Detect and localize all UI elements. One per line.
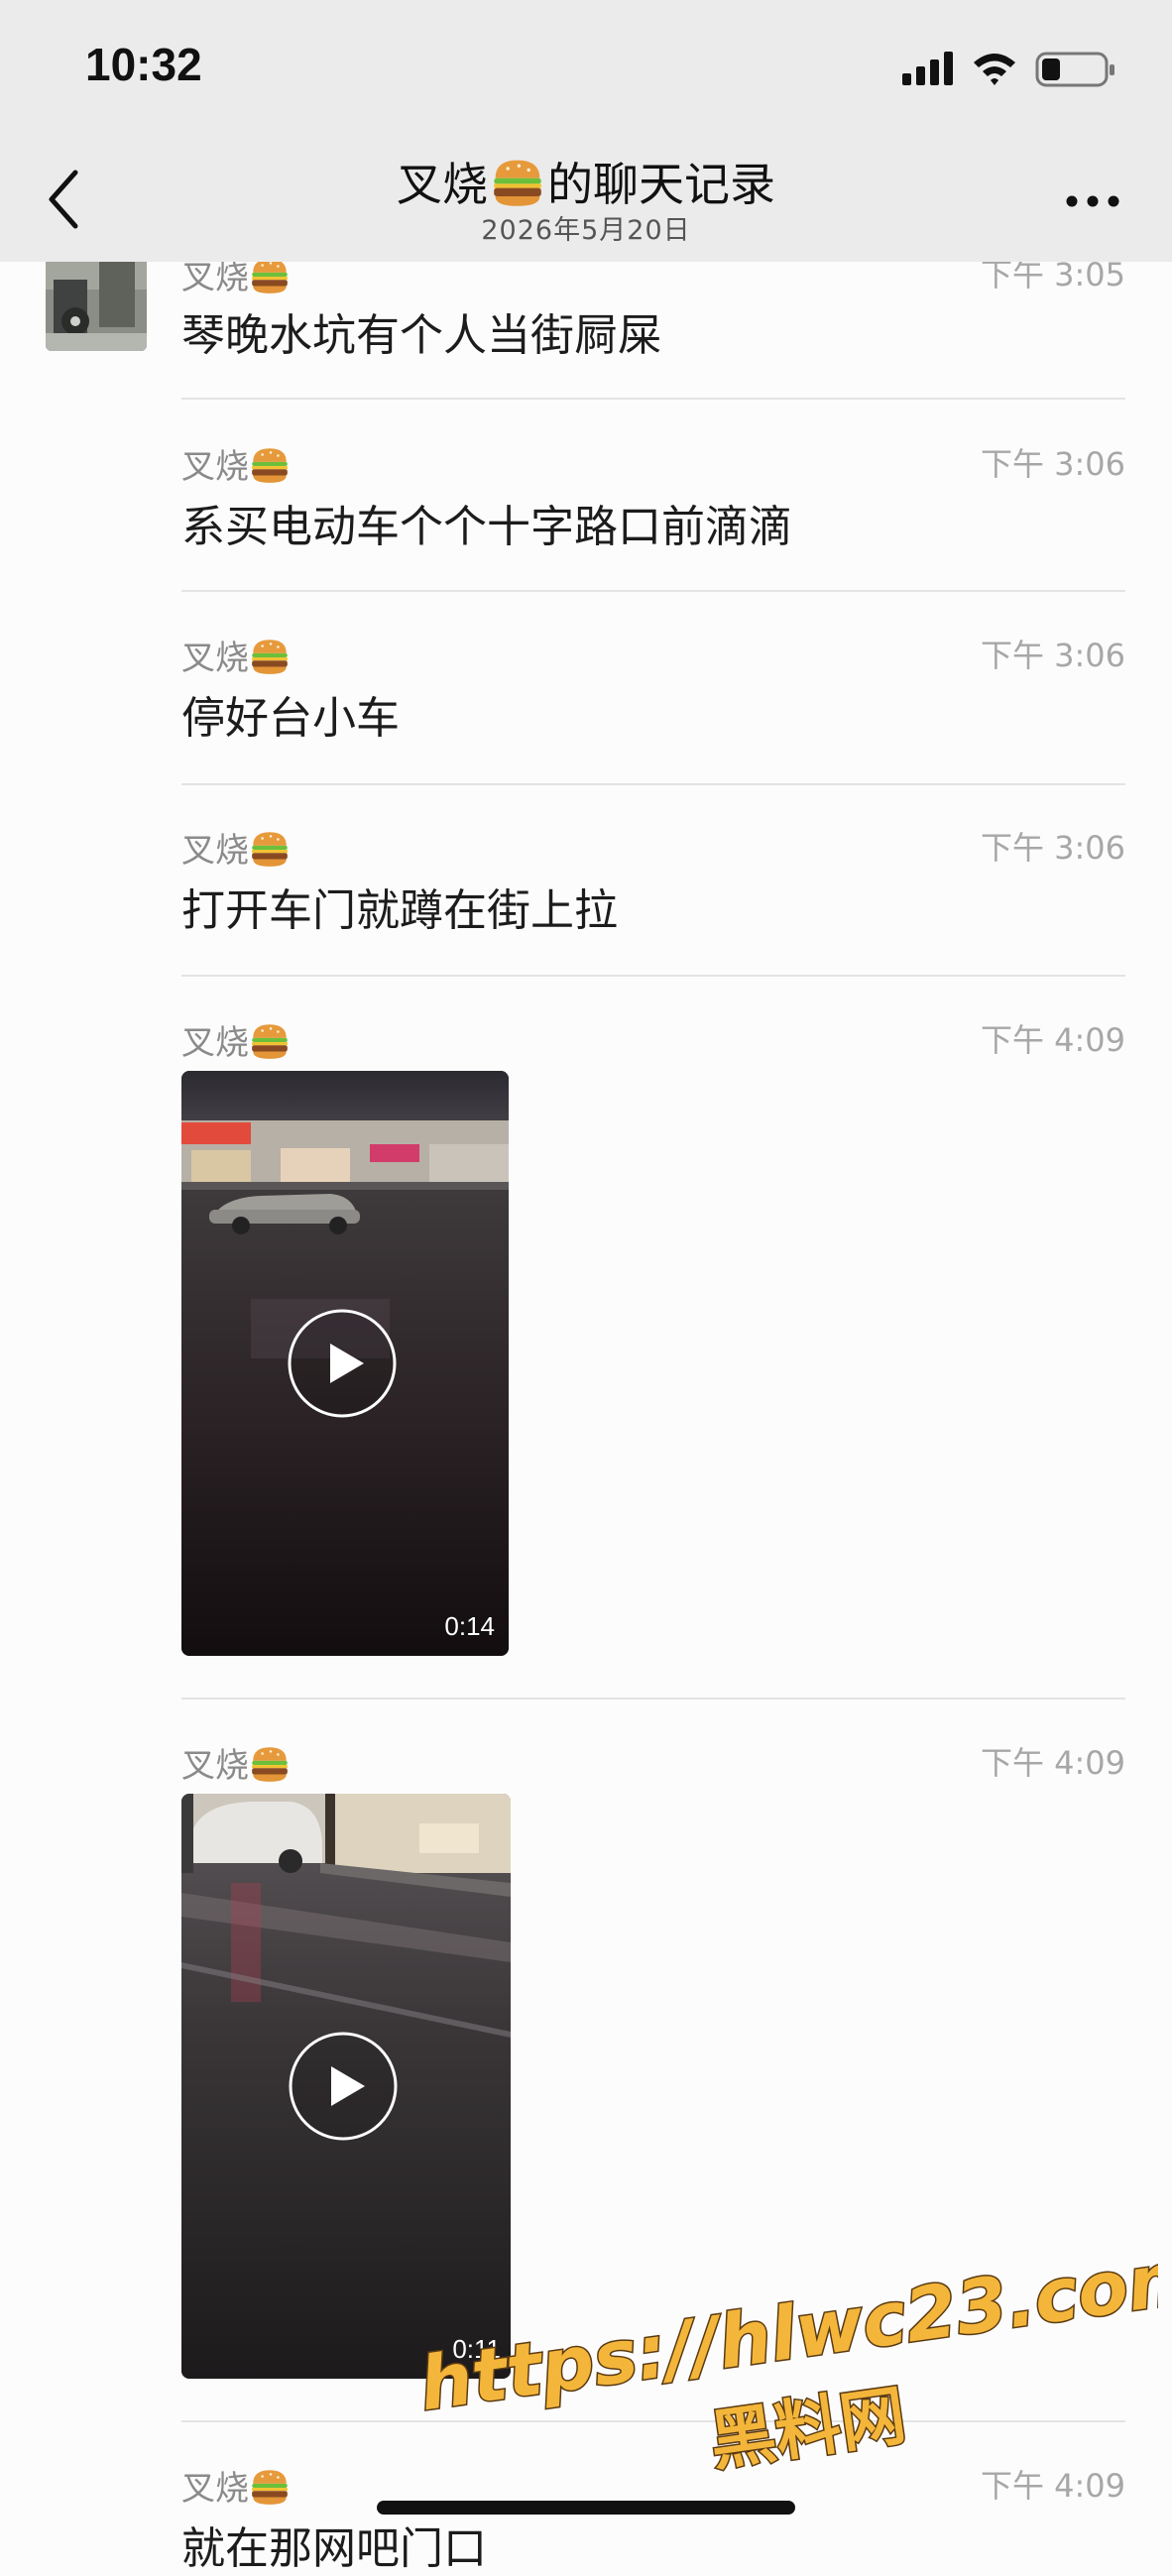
message-text[interactable]: 打开车门就蹲在街上拉: [181, 875, 618, 938]
message-divider: [181, 590, 1125, 592]
message-divider: [181, 975, 1125, 977]
message-time: 下午 3:06: [980, 445, 1125, 483]
hamburger-icon: [249, 2466, 291, 2508]
cellular-signal-icon: [902, 52, 953, 85]
message-time: 下午 3:06: [980, 829, 1125, 867]
page-title: 叉烧 的聊天记录: [0, 149, 1172, 214]
hamburger-icon: [249, 636, 291, 677]
message-text[interactable]: 就在那网吧门口: [181, 2513, 487, 2576]
watermark: https://hlwc23.com 黑料网: [412, 2251, 1158, 2482]
ellipsis-icon[interactable]: [1065, 194, 1120, 208]
hamburger-icon: [249, 1743, 291, 1785]
video-duration: 0:14: [444, 1611, 495, 1641]
message-time: 下午 4:09: [980, 1021, 1125, 1059]
watermark-name: 黑料网: [705, 2377, 910, 2480]
battery-icon: [1035, 52, 1114, 87]
hamburger-icon: [249, 828, 291, 870]
sender-name: 叉烧: [181, 2461, 291, 2510]
status-time: 10:32: [85, 39, 202, 90]
hamburger-icon: [249, 1020, 291, 1062]
message-divider: [181, 398, 1125, 400]
sender-name: 叉烧: [181, 1738, 291, 1787]
message-text[interactable]: 停好台小车: [181, 682, 400, 746]
sender-name: 叉烧: [181, 823, 291, 872]
hamburger-icon: [249, 444, 291, 486]
message-divider: [181, 783, 1125, 785]
message-text[interactable]: 系买电动车个个十字路口前滴滴: [181, 491, 792, 554]
message-divider: [181, 1698, 1125, 1699]
sender-name: 叉烧: [181, 439, 291, 488]
wifi-icon: [974, 54, 1015, 85]
status-icons: [902, 50, 1120, 89]
sender-name: 叉烧: [181, 631, 291, 679]
play-icon[interactable]: [288, 2031, 399, 2142]
sender-name: 叉烧: [181, 1015, 291, 1064]
home-indicator[interactable]: [377, 2501, 795, 2515]
sender-avatar[interactable]: [46, 250, 147, 351]
message-text[interactable]: 琴晚水坑有个人当街屙屎: [181, 299, 661, 363]
video-message[interactable]: 0:14: [181, 1071, 509, 1656]
page-subtitle: 2026年5月20日: [481, 215, 691, 246]
navigation-bar: 叉烧 的聊天记录 2026年5月20日: [0, 139, 1172, 262]
message-time: 下午 3:06: [980, 637, 1125, 674]
play-icon[interactable]: [287, 1308, 398, 1419]
message-time: 下午 4:09: [980, 1744, 1125, 1782]
status-bar: 10:32: [0, 0, 1172, 139]
hamburger-icon: [490, 155, 545, 210]
chat-history-list[interactable]: 叉烧 下午 3:05 琴晚水坑有个人当街屙屎 叉烧 下午 3:06 系买电动车个…: [0, 0, 1172, 2574]
